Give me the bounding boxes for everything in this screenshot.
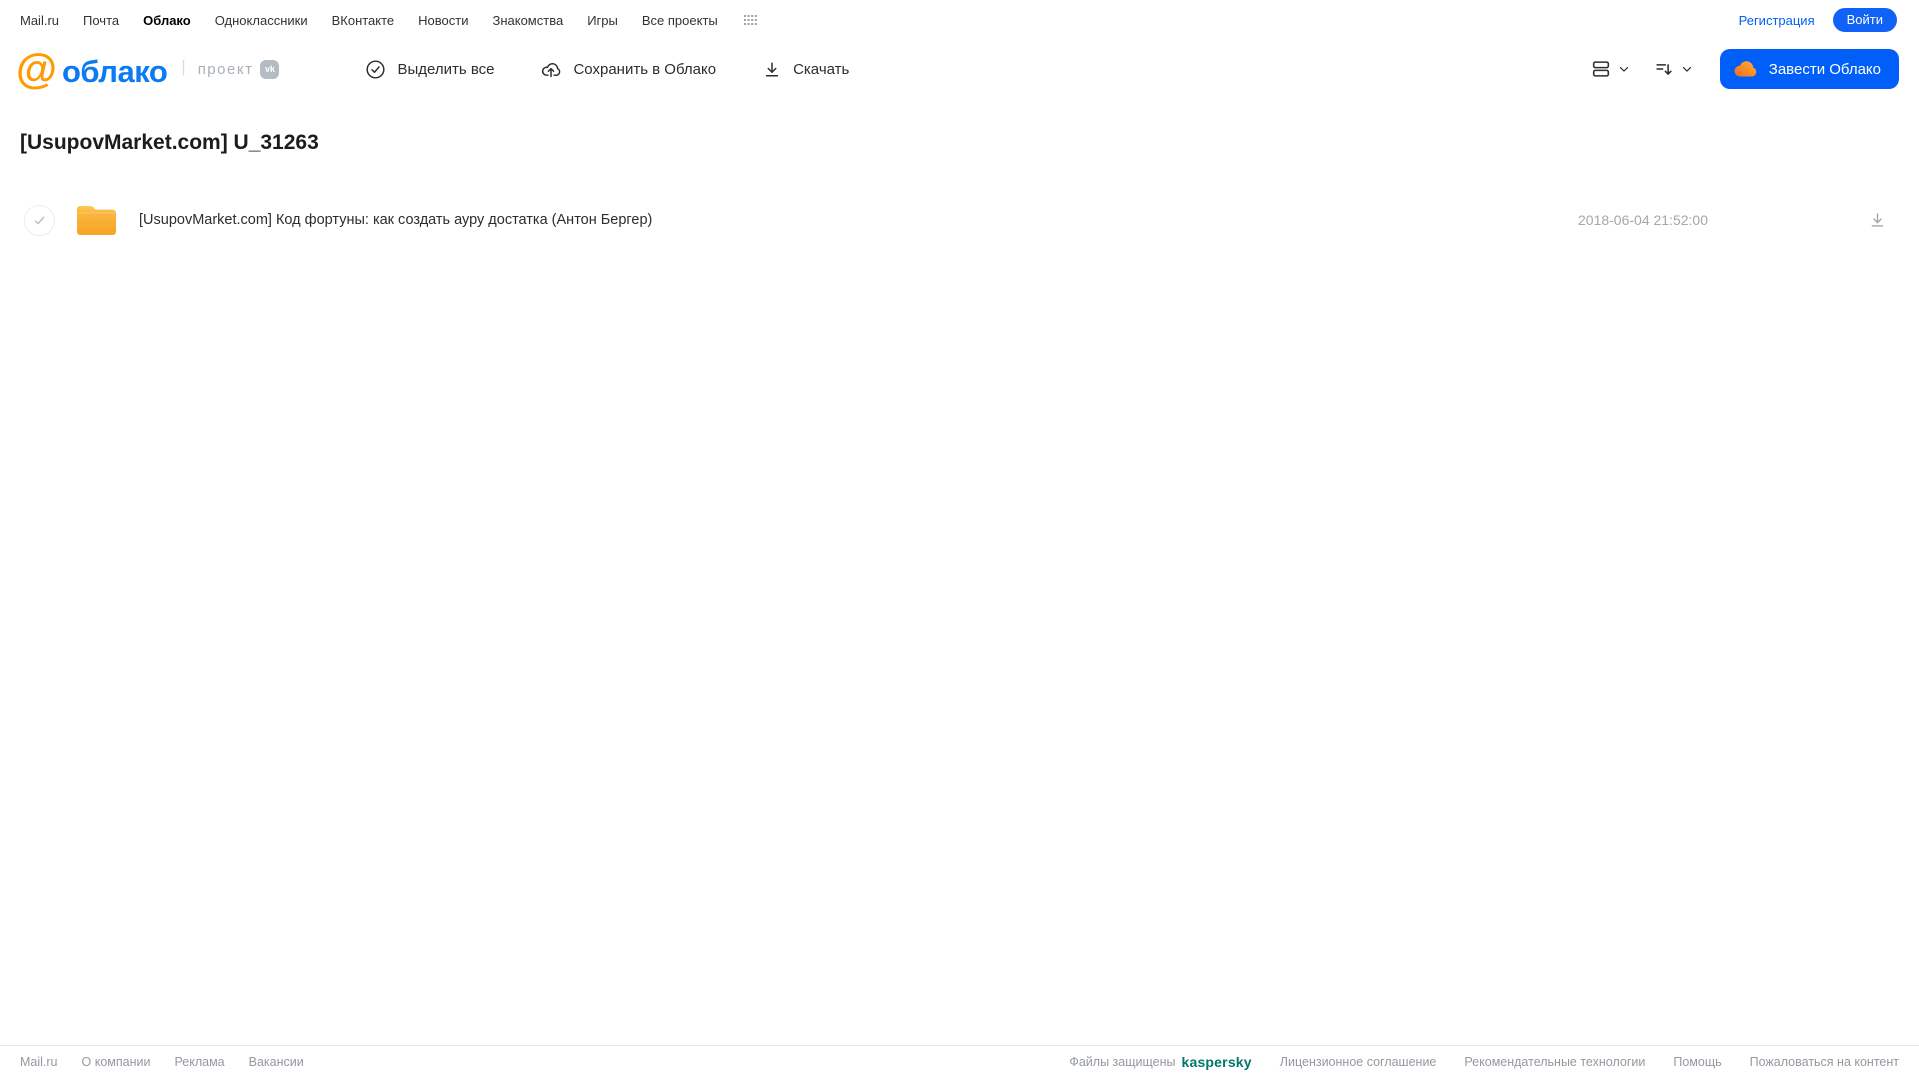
nav-link-novosti[interactable]: Новости — [418, 13, 468, 28]
project-text: проект — [197, 60, 254, 78]
nav-link-igry[interactable]: Игры — [587, 13, 618, 28]
nav-link-mailru[interactable]: Mail.ru — [20, 13, 59, 28]
create-cloud-button[interactable]: Завести Облако — [1719, 49, 1899, 89]
portal-nav-links: Mail.ru Почта Облако Одноклассники ВКонт… — [20, 13, 757, 28]
mailru-at-icon: @ — [16, 44, 57, 92]
select-all-label: Выделить все — [397, 60, 495, 78]
cloud-header: @ облако | проект vk Выделить все Сохран… — [0, 37, 1919, 103]
protected-text: Файлы защищены — [1069, 1055, 1176, 1069]
nav-link-pochta[interactable]: Почта — [83, 13, 119, 28]
footer-link-ads[interactable]: Реклама — [174, 1055, 224, 1069]
row-checkbox[interactable] — [24, 204, 55, 236]
select-all-button[interactable]: Выделить все — [365, 59, 494, 80]
page-title: [UsupovMarket.com] U_31263 — [20, 131, 319, 154]
footer: Mail.ru О компании Реклама Вакансии Файл… — [0, 1045, 1919, 1079]
footer-link-help[interactable]: Помощь — [1673, 1055, 1721, 1069]
cloud-upload-icon — [540, 59, 562, 80]
footer-link-mailru[interactable]: Mail.ru — [20, 1055, 58, 1069]
download-icon — [762, 59, 782, 80]
footer-link-about[interactable]: О компании — [82, 1055, 151, 1069]
footer-right-links: Файлы защищены kaspersky Лицензионное со… — [1069, 1054, 1899, 1070]
chevron-down-icon — [1680, 62, 1694, 76]
list-view-icon — [1590, 58, 1612, 80]
registration-link[interactable]: Регистрация — [1739, 13, 1815, 28]
logo-divider: | — [181, 57, 186, 76]
create-cloud-label: Завести Облако — [1768, 60, 1881, 78]
vk-logo-icon: vk — [260, 59, 280, 79]
footer-link-license[interactable]: Лицензионное соглашение — [1280, 1055, 1437, 1069]
file-date: 2018-06-04 21:52:00 — [1578, 212, 1708, 228]
nav-link-odnoklassniki[interactable]: Одноклассники — [215, 13, 308, 28]
login-button[interactable]: Войти — [1832, 8, 1897, 32]
footer-left-links: Mail.ru О компании Реклама Вакансии — [20, 1055, 304, 1069]
header-right-controls: Завести Облако — [1590, 49, 1899, 89]
sort-control[interactable] — [1653, 58, 1694, 80]
footer-link-report[interactable]: Пожаловаться на контент — [1750, 1055, 1899, 1069]
save-to-cloud-button[interactable]: Сохранить в Облако — [540, 59, 716, 80]
kaspersky-logo[interactable]: kaspersky — [1181, 1054, 1251, 1070]
save-to-cloud-label: Сохранить в Облако — [573, 60, 717, 78]
nav-link-znakomstva[interactable]: Знакомства — [492, 13, 563, 28]
auth-area: Регистрация Войти — [1739, 8, 1897, 32]
row-download-icon[interactable] — [1868, 210, 1887, 230]
folder-icon — [74, 201, 119, 239]
apps-grid-icon[interactable] — [743, 14, 757, 26]
footer-link-jobs[interactable]: Вакансии — [249, 1055, 304, 1069]
nav-link-oblako[interactable]: Облако — [143, 13, 191, 28]
check-circle-icon — [365, 59, 386, 80]
cloud-logo[interactable]: @ облако — [16, 44, 168, 92]
sort-icon — [1653, 58, 1675, 80]
footer-link-recommendations[interactable]: Рекомендательные технологии — [1464, 1055, 1645, 1069]
nav-link-all-projects[interactable]: Все проекты — [642, 13, 718, 28]
download-label: Скачать — [793, 60, 850, 78]
download-button[interactable]: Скачать — [762, 59, 849, 80]
main-content: [UsupovMarket.com] U_31263 [UsupovMarket… — [0, 103, 1919, 1045]
kaspersky-protection: Файлы защищены kaspersky — [1069, 1054, 1251, 1070]
file-row[interactable]: [UsupovMarket.com] Код фортуны: как созд… — [0, 193, 1919, 247]
file-toolbar: Выделить все Сохранить в Облако Скачать — [365, 59, 849, 80]
chevron-down-icon — [1617, 62, 1631, 76]
nav-link-vkontakte[interactable]: ВКонтакте — [332, 13, 395, 28]
portal-nav: Mail.ru Почта Облако Одноклассники ВКонт… — [0, 0, 1919, 37]
vk-project-label: проект vk — [197, 59, 280, 79]
file-name[interactable]: [UsupovMarket.com] Код фортуны: как созд… — [139, 212, 652, 228]
view-mode-control[interactable] — [1590, 58, 1631, 80]
cloud-logo-text: облако — [61, 53, 168, 89]
cloud-icon — [1733, 59, 1759, 79]
